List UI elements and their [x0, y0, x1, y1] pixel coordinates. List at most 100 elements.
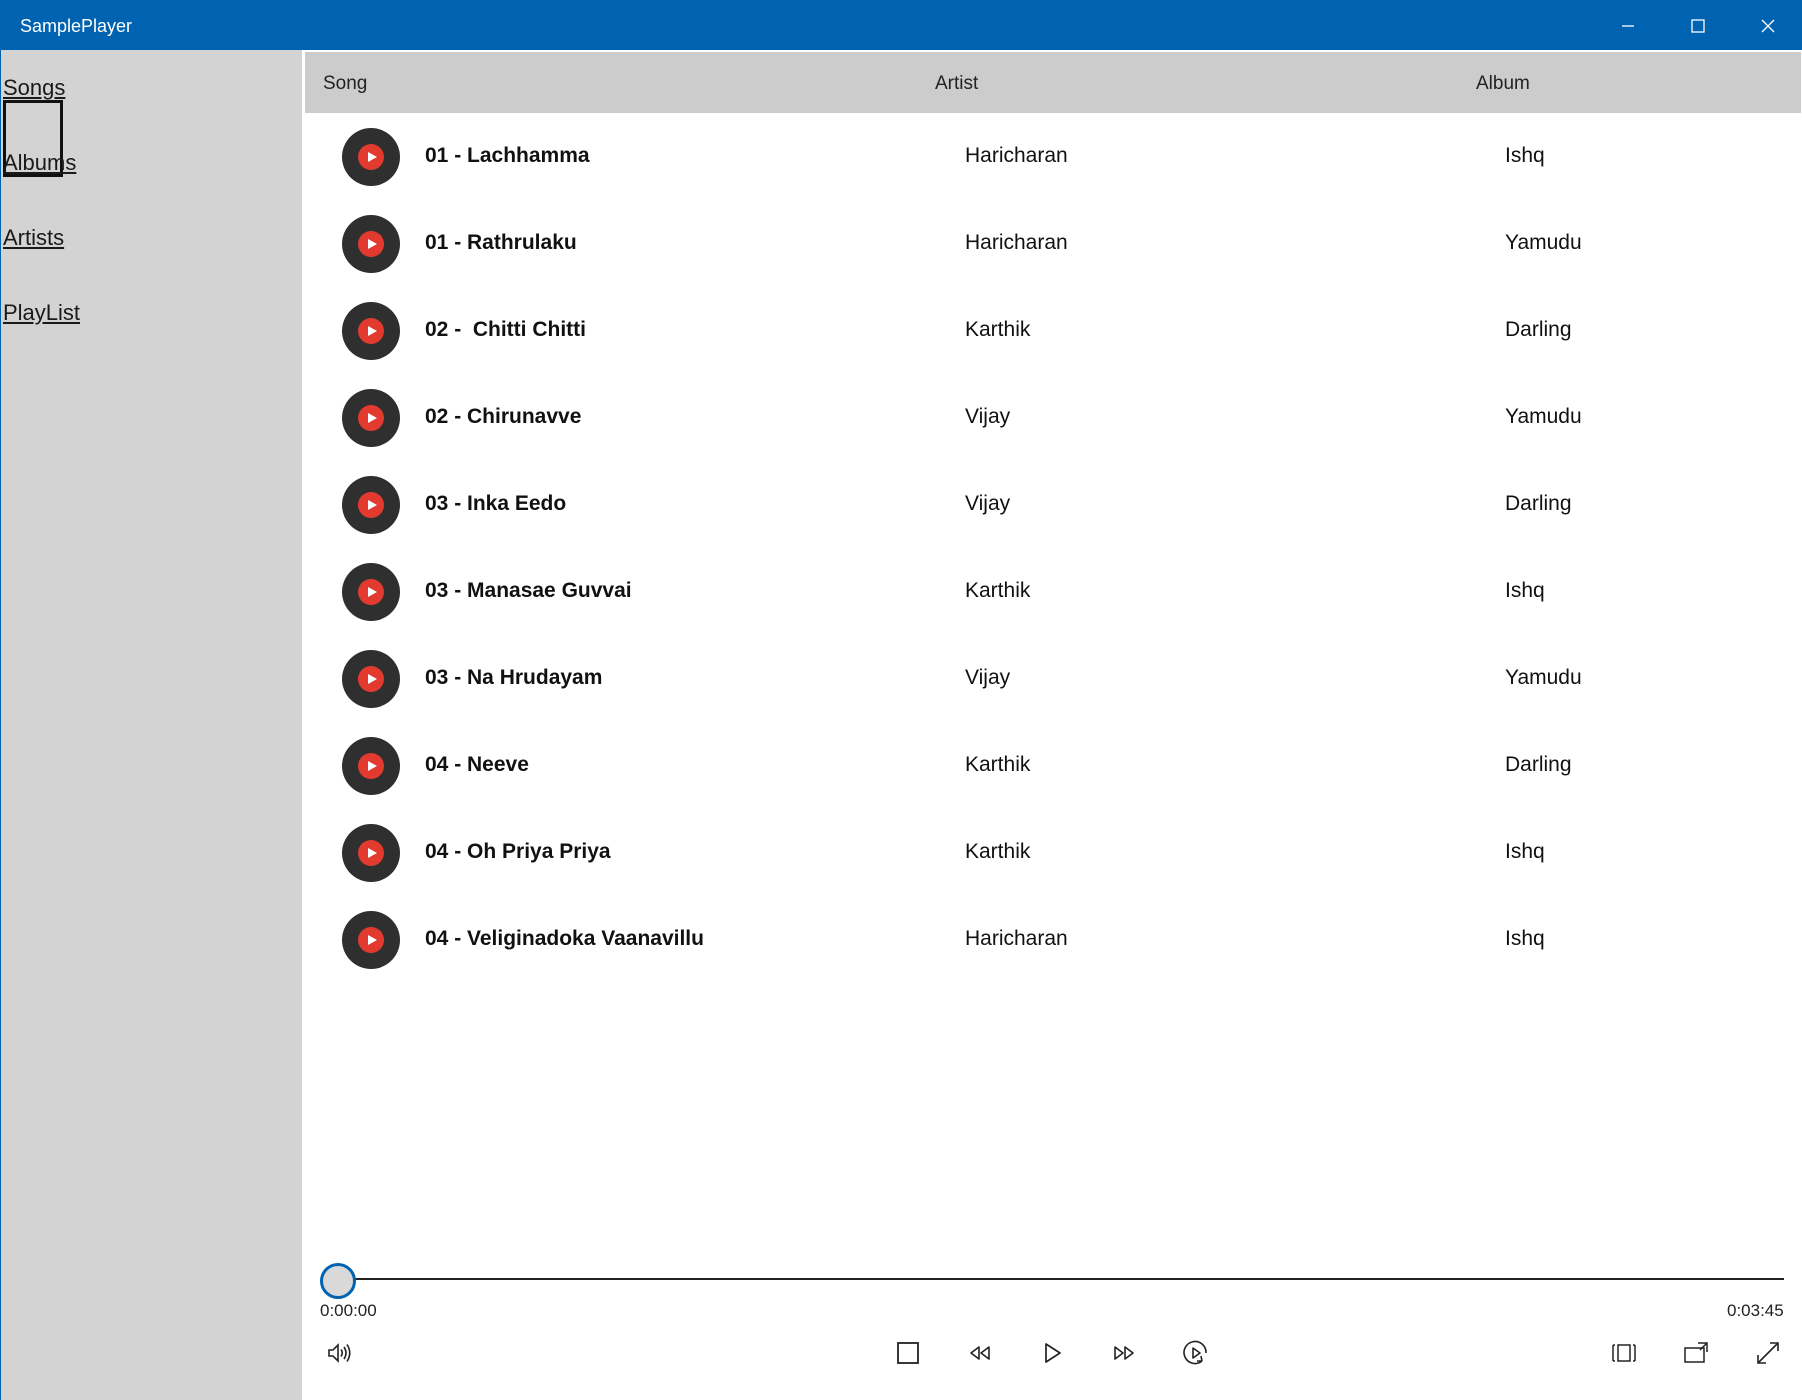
column-header-artist[interactable]: Artist [935, 72, 978, 96]
fullscreen-button[interactable] [1746, 1331, 1790, 1375]
table-row[interactable]: 01 - Rathrulaku Haricharan Yamudu [302, 201, 1798, 288]
table-row[interactable]: 02 - Chirunavve Vijay Yamudu [302, 375, 1798, 462]
play-song-button[interactable] [342, 737, 400, 795]
song-title: 04 - Oh Priya Priya [425, 840, 611, 863]
song-artist: Karthik [965, 318, 1031, 341]
maximize-icon [1691, 18, 1705, 33]
play-song-button[interactable] [342, 911, 400, 969]
aspect-ratio-button[interactable] [1602, 1331, 1646, 1375]
play-song-button[interactable] [342, 563, 400, 621]
song-album: Yamudu [1505, 405, 1582, 428]
play-icon [1045, 1343, 1061, 1363]
play-song-button[interactable] [342, 824, 400, 882]
song-album: Ishq [1505, 144, 1545, 167]
close-icon [1761, 19, 1775, 32]
play-icon [358, 579, 384, 605]
sidebar: Songs Albums Artists PlayList [1, 50, 302, 1400]
song-artist: Karthik [965, 579, 1031, 602]
song-artist: Vijay [965, 492, 1011, 515]
song-title: 03 - Na Hrudayam [425, 666, 603, 689]
song-title: 04 - Neeve [425, 753, 529, 776]
seek-bar[interactable] [337, 1278, 1784, 1280]
song-album: Darling [1505, 753, 1572, 776]
sidebar-item-playlist[interactable]: PlayList [3, 299, 80, 327]
play-button[interactable] [1030, 1331, 1074, 1375]
close-button[interactable] [1733, 1, 1802, 50]
table-row[interactable]: 03 - Inka Eedo Vijay Darling [302, 462, 1798, 549]
title-bar: SamplePlayer [1, 1, 1802, 50]
app-window: SamplePlayer Songs Albums Artists PlayLi… [0, 0, 1802, 1400]
sidebar-item-songs[interactable]: Songs [3, 74, 65, 102]
table-row[interactable]: 01 - Lachhamma Haricharan Ishq [302, 114, 1798, 201]
table-row[interactable]: 02 - Chitti Chitti Karthik Darling [302, 288, 1798, 375]
song-album: Darling [1505, 492, 1572, 515]
play-song-button[interactable] [342, 650, 400, 708]
table-row[interactable]: 04 - Veliginadoka Vaanavillu Haricharan … [302, 897, 1798, 984]
sidebar-item-albums[interactable]: Albums [3, 149, 76, 177]
fast-forward-icon [1114, 1346, 1134, 1360]
song-artist: Vijay [965, 666, 1011, 689]
song-album: Ishq [1505, 579, 1545, 602]
cast-button[interactable] [1674, 1331, 1718, 1375]
play-song-button[interactable] [342, 389, 400, 447]
play-icon [358, 753, 384, 779]
table-row[interactable]: 04 - Oh Priya Priya Karthik Ishq [302, 810, 1798, 897]
stop-button[interactable] [886, 1331, 930, 1375]
play-song-button[interactable] [342, 302, 400, 360]
elapsed-time: 0:00:00 [320, 1301, 377, 1320]
play-icon [358, 318, 384, 344]
repeat-icon [1183, 1340, 1207, 1365]
fullscreen-icon [1757, 1342, 1779, 1364]
play-song-button[interactable] [342, 476, 400, 534]
song-album: Yamudu [1505, 666, 1582, 689]
rewind-icon [970, 1346, 990, 1360]
song-title: 02 - Chitti Chitti [425, 318, 586, 341]
volume-button[interactable] [317, 1331, 361, 1375]
play-song-button[interactable] [342, 128, 400, 186]
seek-thumb[interactable] [320, 1263, 356, 1299]
play-song-button[interactable] [342, 215, 400, 273]
stop-icon [897, 1342, 919, 1364]
play-icon [358, 840, 384, 866]
song-title: 01 - Rathrulaku [425, 231, 577, 254]
play-icon [358, 405, 384, 431]
volume-icon [328, 1343, 351, 1363]
song-title: 03 - Inka Eedo [425, 492, 567, 515]
aspect-ratio-icon [1612, 1344, 1636, 1362]
song-title: 03 - Manasae Guvvai [425, 579, 632, 602]
song-artist: Karthik [965, 840, 1031, 863]
maximize-button[interactable] [1663, 1, 1733, 50]
table-header: Song Artist Album [305, 52, 1801, 113]
play-icon [358, 666, 384, 692]
song-album: Yamudu [1505, 231, 1582, 254]
column-header-album[interactable]: Album [1476, 72, 1530, 96]
song-artist: Haricharan [965, 927, 1068, 950]
song-album: Ishq [1505, 840, 1545, 863]
play-icon [358, 492, 384, 518]
fast-forward-button[interactable] [1102, 1331, 1146, 1375]
song-album: Ishq [1505, 927, 1545, 950]
play-icon [358, 144, 384, 170]
song-artist: Haricharan [965, 144, 1068, 167]
minimize-icon [1622, 24, 1634, 27]
window-title: SamplePlayer [20, 16, 133, 36]
play-icon [358, 927, 384, 953]
play-icon [358, 231, 384, 257]
rewind-button[interactable] [958, 1331, 1002, 1375]
song-title: 02 - Chirunavve [425, 405, 582, 428]
song-title: 01 - Lachhamma [425, 144, 590, 167]
minimize-button[interactable] [1593, 1, 1663, 50]
song-title: 04 - Veliginadoka Vaanavillu [425, 927, 704, 950]
song-album: Darling [1505, 318, 1572, 341]
table-row[interactable]: 03 - Manasae Guvvai Karthik Ishq [302, 549, 1798, 636]
column-header-song[interactable]: Song [323, 72, 367, 96]
repeat-button[interactable] [1174, 1331, 1218, 1375]
cast-icon [1684, 1342, 1708, 1363]
table-row[interactable]: 04 - Neeve Karthik Darling [302, 723, 1798, 810]
total-duration: 0:03:45 [1727, 1301, 1784, 1320]
table-row[interactable]: 03 - Na Hrudayam Vijay Yamudu [302, 636, 1798, 723]
song-artist: Karthik [965, 753, 1031, 776]
sidebar-item-artists[interactable]: Artists [3, 224, 64, 252]
song-list-panel: Song Artist Album 01 - Lachhamma Haricha… [302, 50, 1802, 1400]
song-artist: Vijay [965, 405, 1011, 428]
